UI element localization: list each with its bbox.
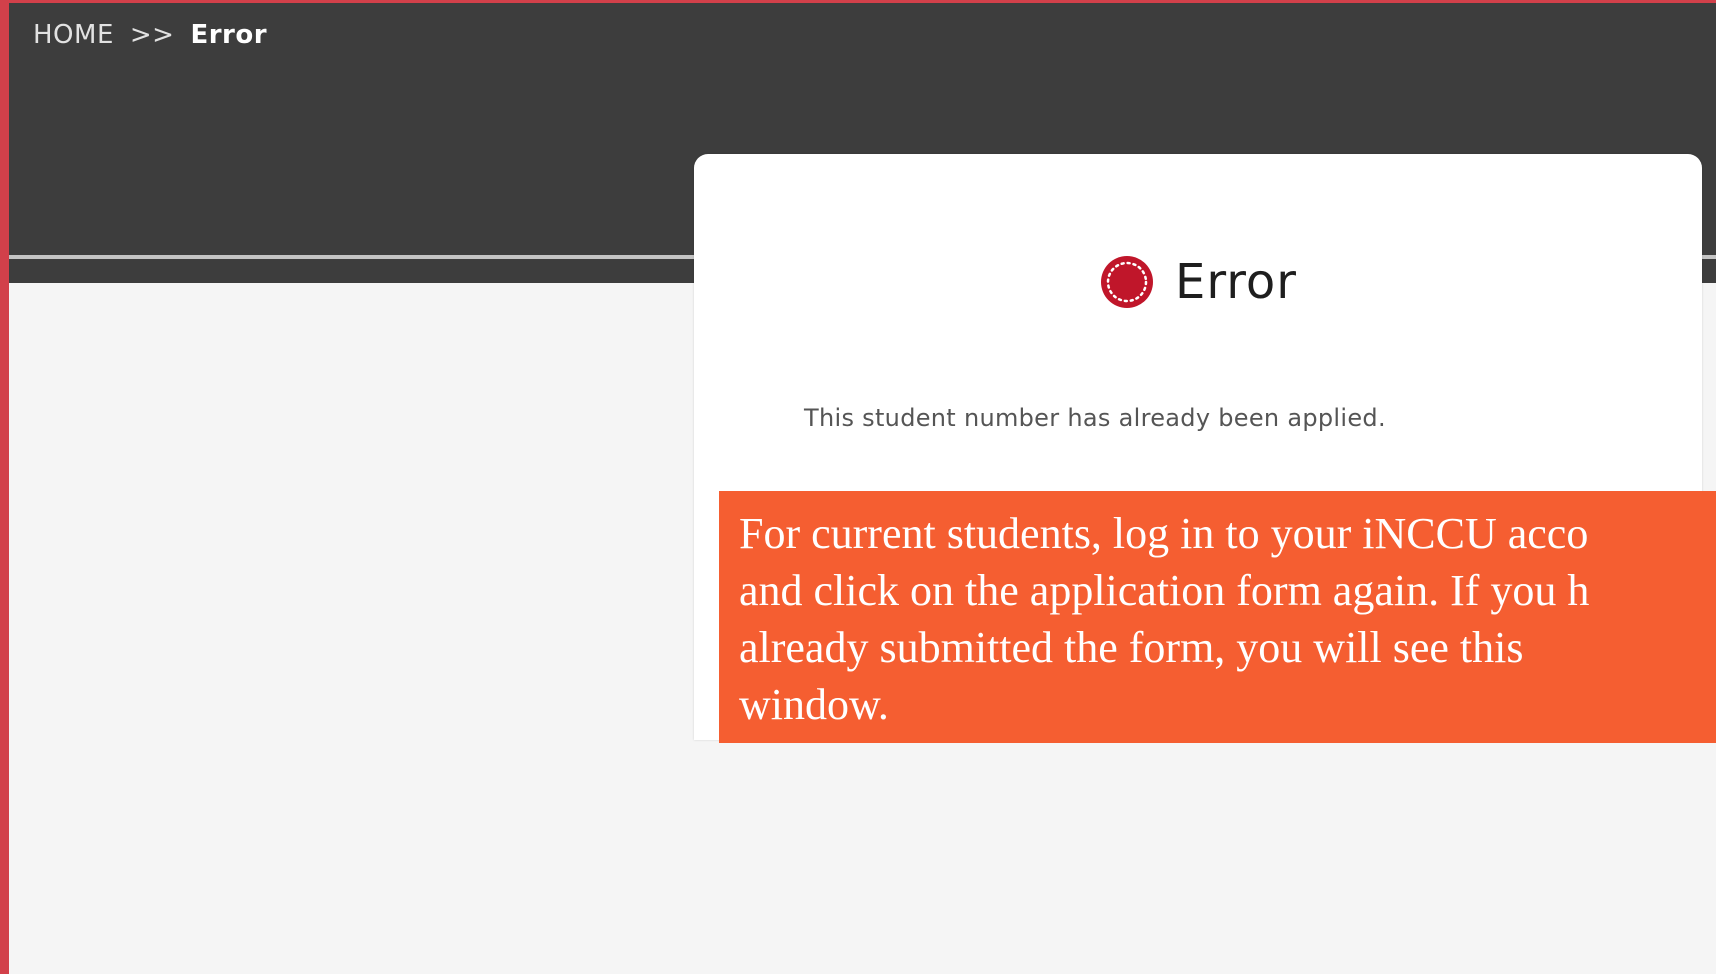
breadcrumb-current: Error	[190, 20, 268, 50]
callout-line: and click on the application form again.…	[739, 566, 1590, 615]
left-accent-bar	[0, 0, 9, 974]
screen: HOME >> Error Error This student number …	[0, 0, 1716, 974]
breadcrumb-home-link[interactable]: HOME	[33, 20, 114, 50]
instruction-callout: For current students, log in to your iNC…	[719, 491, 1716, 743]
breadcrumb-separator: >>	[129, 20, 175, 50]
dialog-title: Error	[1175, 254, 1297, 310]
dialog-message: This student number has already been app…	[804, 404, 1386, 432]
breadcrumb: HOME >> Error	[33, 20, 267, 50]
callout-line: window.	[739, 680, 889, 729]
error-circle-icon	[1099, 254, 1155, 310]
dialog-header: Error	[694, 254, 1702, 310]
callout-line: already submitted the form, you will see…	[739, 623, 1524, 672]
callout-line: For current students, log in to your iNC…	[739, 509, 1589, 558]
